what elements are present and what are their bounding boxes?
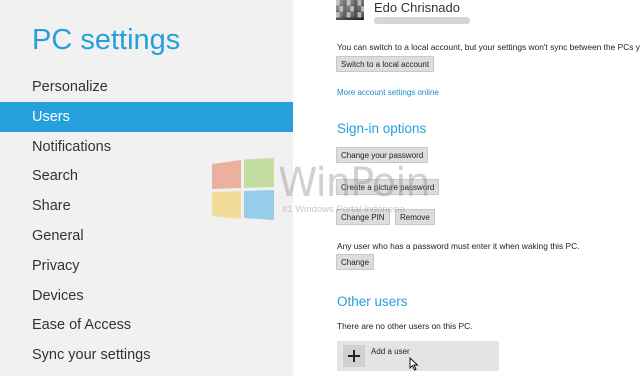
local-account-notice: You can switch to a local account, but y… (337, 42, 640, 52)
sidebar-item-privacy[interactable]: Privacy (0, 251, 293, 281)
plus-icon (343, 345, 365, 367)
sidebar-item-search[interactable]: Search (0, 161, 293, 191)
signin-options-heading: Sign-in options (337, 121, 427, 136)
change-password-policy-button[interactable]: Change (336, 254, 375, 270)
users-panel: ▓▒░▓▒░▓▒░▒▓░▒▓░▒▓░▓▒░▓▒░▓▒░ Edo Chrisnad… (293, 0, 640, 376)
sidebar-item-share[interactable]: Share (0, 191, 293, 221)
switch-local-account-button[interactable]: Switch to a local account (336, 56, 435, 72)
sidebar-item-devices[interactable]: Devices (0, 281, 293, 311)
remove-pin-button[interactable]: Remove (395, 209, 435, 225)
avatar: ▓▒░▓▒░▓▒░▒▓░▒▓░▒▓░▓▒░▓▒░▓▒░ (336, 0, 364, 20)
sidebar-item-personalize[interactable]: Personalize (0, 72, 293, 102)
no-other-users-notice: There are no other users on this PC. (337, 321, 473, 331)
user-name: Edo Chrisnado (374, 0, 460, 15)
more-account-settings-link[interactable]: More account settings online (337, 88, 439, 97)
change-pin-button[interactable]: Change PIN (336, 209, 390, 225)
sidebar-item-users[interactable]: Users (0, 102, 293, 132)
password-wake-notice: Any user who has a password must enter i… (337, 241, 580, 251)
sidebar: PC settings Personalize Users Notificati… (0, 0, 293, 376)
sidebar-item-general[interactable]: General (0, 221, 293, 251)
add-user-label: Add a user (371, 347, 410, 356)
sidebar-title: PC settings (32, 24, 181, 56)
sidebar-item-notifications[interactable]: Notifications (0, 132, 293, 162)
sidebar-item-ease-of-access[interactable]: Ease of Access (0, 310, 293, 340)
create-picture-password-button[interactable]: Create a picture password (336, 179, 440, 195)
sidebar-item-sync-settings[interactable]: Sync your settings (0, 340, 293, 370)
user-email-redacted (374, 17, 470, 24)
other-users-heading: Other users (337, 294, 408, 309)
change-password-button[interactable]: Change your password (336, 147, 429, 163)
mouse-cursor-icon (409, 357, 419, 371)
